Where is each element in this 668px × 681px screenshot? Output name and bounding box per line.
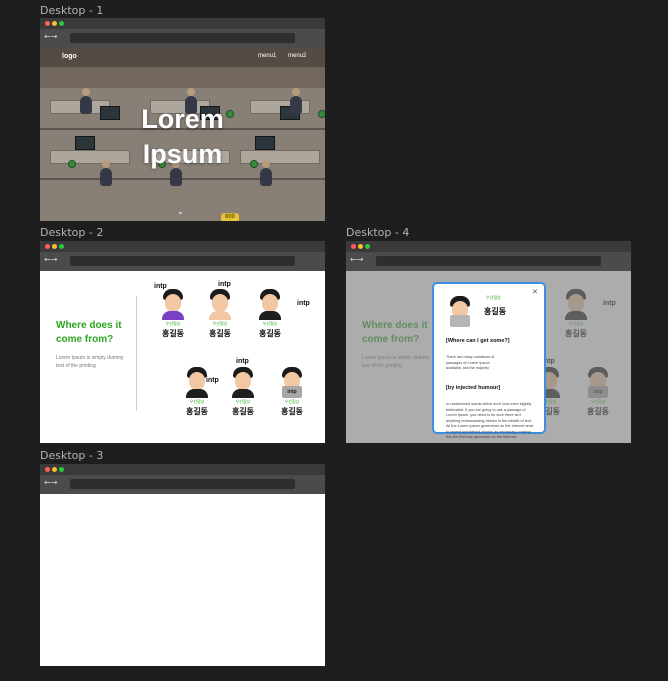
mbti-tag: intp <box>297 300 310 307</box>
member-name: 홍길동 <box>185 407 209 416</box>
address-bar[interactable] <box>70 256 295 266</box>
desktop-3-frame[interactable]: ←→ <box>40 464 325 666</box>
member-name: 홍길동 <box>208 329 232 338</box>
minimize-window-dot[interactable] <box>358 244 363 249</box>
mbti-tag: intp <box>154 283 167 290</box>
address-bar[interactable] <box>70 479 295 489</box>
member-card[interactable]: 우선협상 홍길동 <box>177 367 217 417</box>
modal-paragraph-2: or randomised words which don't look eve… <box>446 402 533 439</box>
back-forward-icon[interactable]: ←→ <box>350 255 363 264</box>
member-role: 우선협상 <box>284 399 300 404</box>
close-icon[interactable]: ✕ <box>532 288 538 296</box>
hero-office-illustration: logo menu1 menu2 Lorem Ipsum ⌄ 800 <box>40 48 325 221</box>
member-card[interactable]: 우선협상 홍길동 <box>250 289 290 339</box>
close-window-dot[interactable] <box>45 21 50 26</box>
maximize-window-dot[interactable] <box>59 467 64 472</box>
address-bar[interactable] <box>376 256 601 266</box>
avatar: intp <box>280 367 304 398</box>
hero-title-line1: Lorem <box>141 104 224 134</box>
modal-name: 홍길동 <box>484 307 507 316</box>
frame-label-desktop-1[interactable]: Desktop - 1 <box>40 4 103 17</box>
member-name: 홍길동 <box>280 407 304 416</box>
window-titlebar <box>40 464 325 475</box>
window-titlebar <box>40 18 325 29</box>
member-card[interactable]: intp 우선협상 홍길동 <box>272 367 312 417</box>
site-header: logo menu1 menu2 <box>40 48 325 67</box>
modal-paragraph-1: There are many variations of passages of… <box>446 355 495 370</box>
about-headline-line2: come from? <box>56 334 114 345</box>
avatar <box>448 296 472 327</box>
mbti-tag: intp <box>206 377 219 384</box>
avatar <box>208 289 232 320</box>
avatar <box>161 289 185 320</box>
member-name: 홍길동 <box>258 329 282 338</box>
browser-navbar: ←→ <box>40 29 325 48</box>
blank-page <box>40 494 325 666</box>
about-body: Lorem Ipsum is simply dummy text of the … <box>56 355 124 369</box>
maximize-window-dot[interactable] <box>59 21 64 26</box>
modal-heading-2: [by injected humour] <box>446 385 501 391</box>
member-card[interactable]: 우선협상 홍길동 <box>153 289 193 339</box>
mbti-tag: intp <box>218 281 231 288</box>
nav-menu1[interactable]: menu1 <box>258 53 276 59</box>
section-divider <box>136 296 137 411</box>
member-card[interactable]: 우선협상 홍길동 <box>200 289 240 339</box>
back-forward-icon[interactable]: ←→ <box>44 255 57 264</box>
about-headline: Where does it come from? <box>56 319 122 347</box>
close-window-dot[interactable] <box>45 244 50 249</box>
minimize-window-dot[interactable] <box>52 21 57 26</box>
window-titlebar <box>40 241 325 252</box>
member-role: 우선협상 <box>235 399 251 404</box>
member-role: 우선협상 <box>189 399 205 404</box>
mbti-tag: intp <box>236 358 249 365</box>
maximize-window-dot[interactable] <box>365 244 370 249</box>
member-role: 우선협상 <box>262 321 278 326</box>
browser-navbar: ←→ <box>346 252 631 271</box>
back-forward-icon[interactable]: ←→ <box>44 478 57 487</box>
window-titlebar <box>346 241 631 252</box>
close-window-dot[interactable] <box>45 467 50 472</box>
modal-avatar <box>446 296 474 327</box>
laptop-sticker: intp <box>282 386 302 398</box>
frame-label-desktop-2[interactable]: Desktop - 2 <box>40 226 103 239</box>
about-headline-line1: Where does it <box>56 320 122 331</box>
desktop-1-frame[interactable]: ←→ logo menu1 menu2 Lorem Ipsum ⌄ 800 <box>40 18 325 221</box>
address-bar[interactable] <box>70 33 295 43</box>
browser-navbar: ←→ <box>40 475 325 494</box>
back-forward-icon[interactable]: ←→ <box>44 32 57 41</box>
desktop-4-frame[interactable]: ←→ Where does it come from? Lorem Ipsum … <box>346 241 631 443</box>
modal-heading-1: [Where can I get some?] <box>446 338 510 344</box>
member-role: 우선협상 <box>165 321 181 326</box>
count-badge: 800 <box>221 213 240 221</box>
avatar <box>258 289 282 320</box>
member-card[interactable]: 우선협상 홍길동 <box>223 367 263 417</box>
minimize-window-dot[interactable] <box>52 244 57 249</box>
member-name: 홍길동 <box>231 407 255 416</box>
desktop-2-frame[interactable]: ←→ Where does it come from? Lorem Ipsum … <box>40 241 325 443</box>
member-name: 홍길동 <box>161 329 185 338</box>
about-section: Where does it come from? Lorem Ipsum is … <box>40 271 325 443</box>
frame-label-desktop-3[interactable]: Desktop - 3 <box>40 449 103 462</box>
minimize-window-dot[interactable] <box>52 467 57 472</box>
laptop-icon <box>450 315 470 327</box>
nav-menu2[interactable]: menu2 <box>288 53 306 59</box>
browser-navbar: ←→ <box>40 252 325 271</box>
close-window-dot[interactable] <box>351 244 356 249</box>
member-detail-modal: ✕ 우선협상 홍길동 [Where can I get some?] There… <box>432 282 546 439</box>
avatar <box>231 367 255 398</box>
scroll-down-icon[interactable]: ⌄ <box>177 207 184 216</box>
frame-label-desktop-4[interactable]: Desktop - 4 <box>346 226 409 239</box>
modal-role: 우선협상 <box>486 295 501 300</box>
hero-title: Lorem Ipsum <box>40 102 325 172</box>
member-role: 우선협상 <box>212 321 228 326</box>
hero-title-line2: Ipsum <box>142 139 223 169</box>
maximize-window-dot[interactable] <box>59 244 64 249</box>
site-logo[interactable]: logo <box>62 53 77 60</box>
